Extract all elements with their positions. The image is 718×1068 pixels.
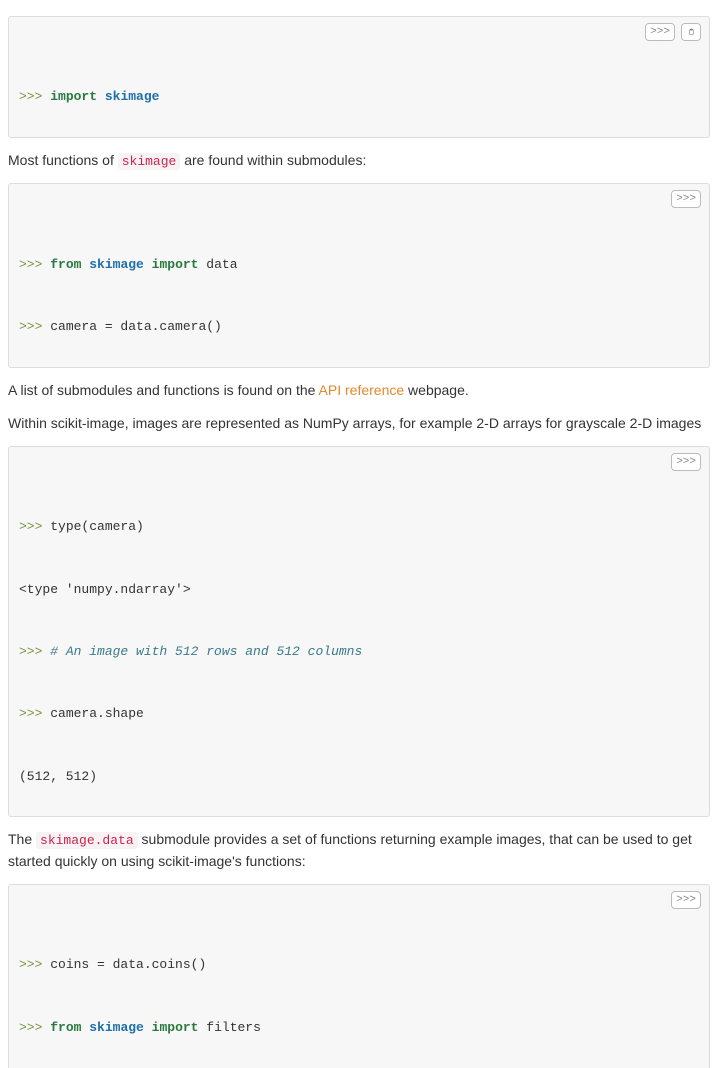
output-line: <type 'numpy.ndarray'> bbox=[19, 580, 699, 601]
code-actions: >>> bbox=[671, 891, 701, 909]
code-text: filters bbox=[206, 1020, 261, 1035]
code-line: >>> from skimage import data bbox=[19, 255, 699, 276]
inline-code: skimage bbox=[118, 153, 181, 170]
prompt: >>> bbox=[19, 706, 42, 721]
code-line: >>> from skimage import filters bbox=[19, 1018, 699, 1039]
code-block-1: >>> >>> import skimage bbox=[8, 16, 710, 138]
module-name: skimage bbox=[89, 257, 144, 272]
code-line: >>> import skimage bbox=[19, 87, 699, 108]
module-name: skimage bbox=[105, 89, 160, 104]
toggle-prompt-button[interactable]: >>> bbox=[671, 453, 701, 471]
prompt: >>> bbox=[19, 319, 42, 334]
code-actions: >>> bbox=[645, 23, 701, 41]
paragraph-4: The skimage.data submodule provides a se… bbox=[8, 829, 710, 872]
comment: # An image with 512 rows and 512 columns bbox=[50, 644, 362, 659]
toggle-prompt-button[interactable]: >>> bbox=[671, 891, 701, 909]
paragraph-3: Within scikit-image, images are represen… bbox=[8, 413, 710, 434]
prompt: >>> bbox=[19, 957, 42, 972]
prompt: >>> bbox=[19, 1020, 42, 1035]
keyword: import bbox=[152, 1020, 199, 1035]
text: The bbox=[8, 831, 36, 847]
code-line: >>> camera.shape bbox=[19, 704, 699, 725]
code-text: coins = data.coins() bbox=[50, 957, 206, 972]
code-actions: >>> bbox=[671, 190, 701, 208]
copy-button[interactable] bbox=[681, 23, 701, 41]
keyword: import bbox=[50, 89, 97, 104]
code-line: >>> camera = data.camera() bbox=[19, 317, 699, 338]
toggle-prompt-button[interactable]: >>> bbox=[645, 23, 675, 41]
prompt: >>> bbox=[19, 89, 42, 104]
code-text: data bbox=[206, 257, 237, 272]
prompt: >>> bbox=[19, 519, 42, 534]
inline-code: skimage.data bbox=[36, 832, 138, 849]
code-actions: >>> bbox=[671, 453, 701, 471]
code-block-3: >>> >>> type(camera) <type 'numpy.ndarra… bbox=[8, 446, 710, 818]
prompt: >>> bbox=[19, 257, 42, 272]
output-line: (512, 512) bbox=[19, 767, 699, 788]
module-name: skimage bbox=[89, 1020, 144, 1035]
paragraph-2: A list of submodules and functions is fo… bbox=[8, 380, 710, 401]
clipboard-icon bbox=[688, 25, 694, 39]
keyword: import bbox=[152, 257, 199, 272]
keyword: from bbox=[50, 257, 81, 272]
text: webpage. bbox=[404, 382, 469, 398]
prompt: >>> bbox=[19, 644, 42, 659]
code-block-2: >>> >>> from skimage import data >>> cam… bbox=[8, 183, 710, 367]
code-line: >>> type(camera) bbox=[19, 517, 699, 538]
code-block-4: >>> >>> coins = data.coins() >>> from sk… bbox=[8, 884, 710, 1068]
code-text: type(camera) bbox=[50, 519, 144, 534]
code-line: >>> # An image with 512 rows and 512 col… bbox=[19, 642, 699, 663]
code-text: camera = data.camera() bbox=[50, 319, 222, 334]
code-line: >>> coins = data.coins() bbox=[19, 955, 699, 976]
text: Most functions of bbox=[8, 152, 118, 168]
toggle-prompt-button[interactable]: >>> bbox=[671, 190, 701, 208]
code-text: camera.shape bbox=[50, 706, 144, 721]
text: are found within submodules: bbox=[180, 152, 366, 168]
text: A list of submodules and functions is fo… bbox=[8, 382, 319, 398]
paragraph-1: Most functions of skimage are found with… bbox=[8, 150, 710, 172]
api-reference-link[interactable]: API reference bbox=[319, 382, 405, 398]
keyword: from bbox=[50, 1020, 81, 1035]
